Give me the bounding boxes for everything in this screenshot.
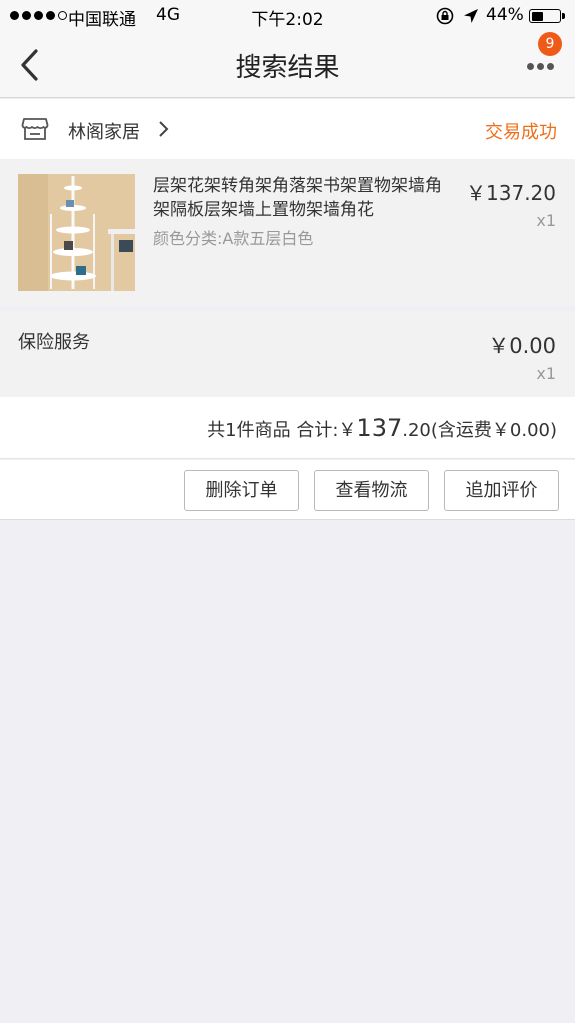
total-summary: 共1件商品 合计:￥137.20(含运费￥0.00): [207, 414, 557, 442]
battery-percent: 44%: [486, 5, 524, 25]
product-title[interactable]: 层架花架转角架角落架书架置物架墙角架隔板层架墙上置物架墙角花: [153, 174, 443, 222]
status-bar: 中国联通 4G 下午2:02 44%: [0, 0, 575, 32]
order-status: 交易成功: [485, 122, 557, 143]
order-actions: 删除订单 查看物流 追加评价: [0, 460, 575, 520]
page-title: 搜索结果: [235, 53, 340, 83]
corner-shelf-image: [18, 174, 135, 291]
total-amount-int: 137: [356, 414, 403, 442]
store-icon: [21, 118, 49, 140]
add-review-button[interactable]: 追加评价: [444, 470, 559, 511]
total-shipping: (含运费￥0.00): [430, 420, 557, 441]
delete-order-button[interactable]: 删除订单: [184, 470, 299, 511]
insurance-price: ￥0.00: [488, 334, 556, 358]
more-dots-icon: [527, 63, 554, 70]
battery-tip: [562, 13, 565, 19]
product-item[interactable]: 层架花架转角架角落架书架置物架墙角架隔板层架墙上置物架墙角花 颜色分类:A款五层…: [0, 159, 575, 306]
notification-badge: 9: [538, 32, 562, 56]
insurance-quantity: x1: [536, 364, 556, 383]
shop-row[interactable]: 林阁家居 交易成功: [0, 99, 575, 159]
insurance-row: 保险服务 ￥0.00 x1: [0, 312, 575, 397]
product-thumbnail[interactable]: [18, 174, 135, 291]
insurance-label: 保险服务: [18, 332, 90, 353]
location-arrow-icon: [464, 9, 478, 23]
total-count-text: 共1件商品 合计:: [207, 420, 339, 441]
view-logistics-button[interactable]: 查看物流: [314, 470, 429, 511]
total-amount-dec: .20: [402, 420, 431, 441]
more-menu-button[interactable]: [522, 50, 562, 80]
product-sku: 颜色分类:A款五层白色: [153, 229, 314, 248]
total-currency: ￥: [338, 420, 357, 441]
top-bar: 中国联通 4G 下午2:02 44% 搜索结果 9: [0, 0, 575, 98]
product-quantity: x1: [536, 211, 556, 230]
rotation-lock-icon: [436, 7, 454, 25]
product-price: ￥137.20: [466, 181, 556, 205]
battery-icon: [529, 9, 561, 23]
shop-name[interactable]: 林阁家居: [68, 118, 140, 144]
order-total: 共1件商品 合计:￥137.20(含运费￥0.00): [0, 397, 575, 459]
battery-level: [531, 11, 543, 21]
chevron-right-icon: [159, 121, 169, 137]
